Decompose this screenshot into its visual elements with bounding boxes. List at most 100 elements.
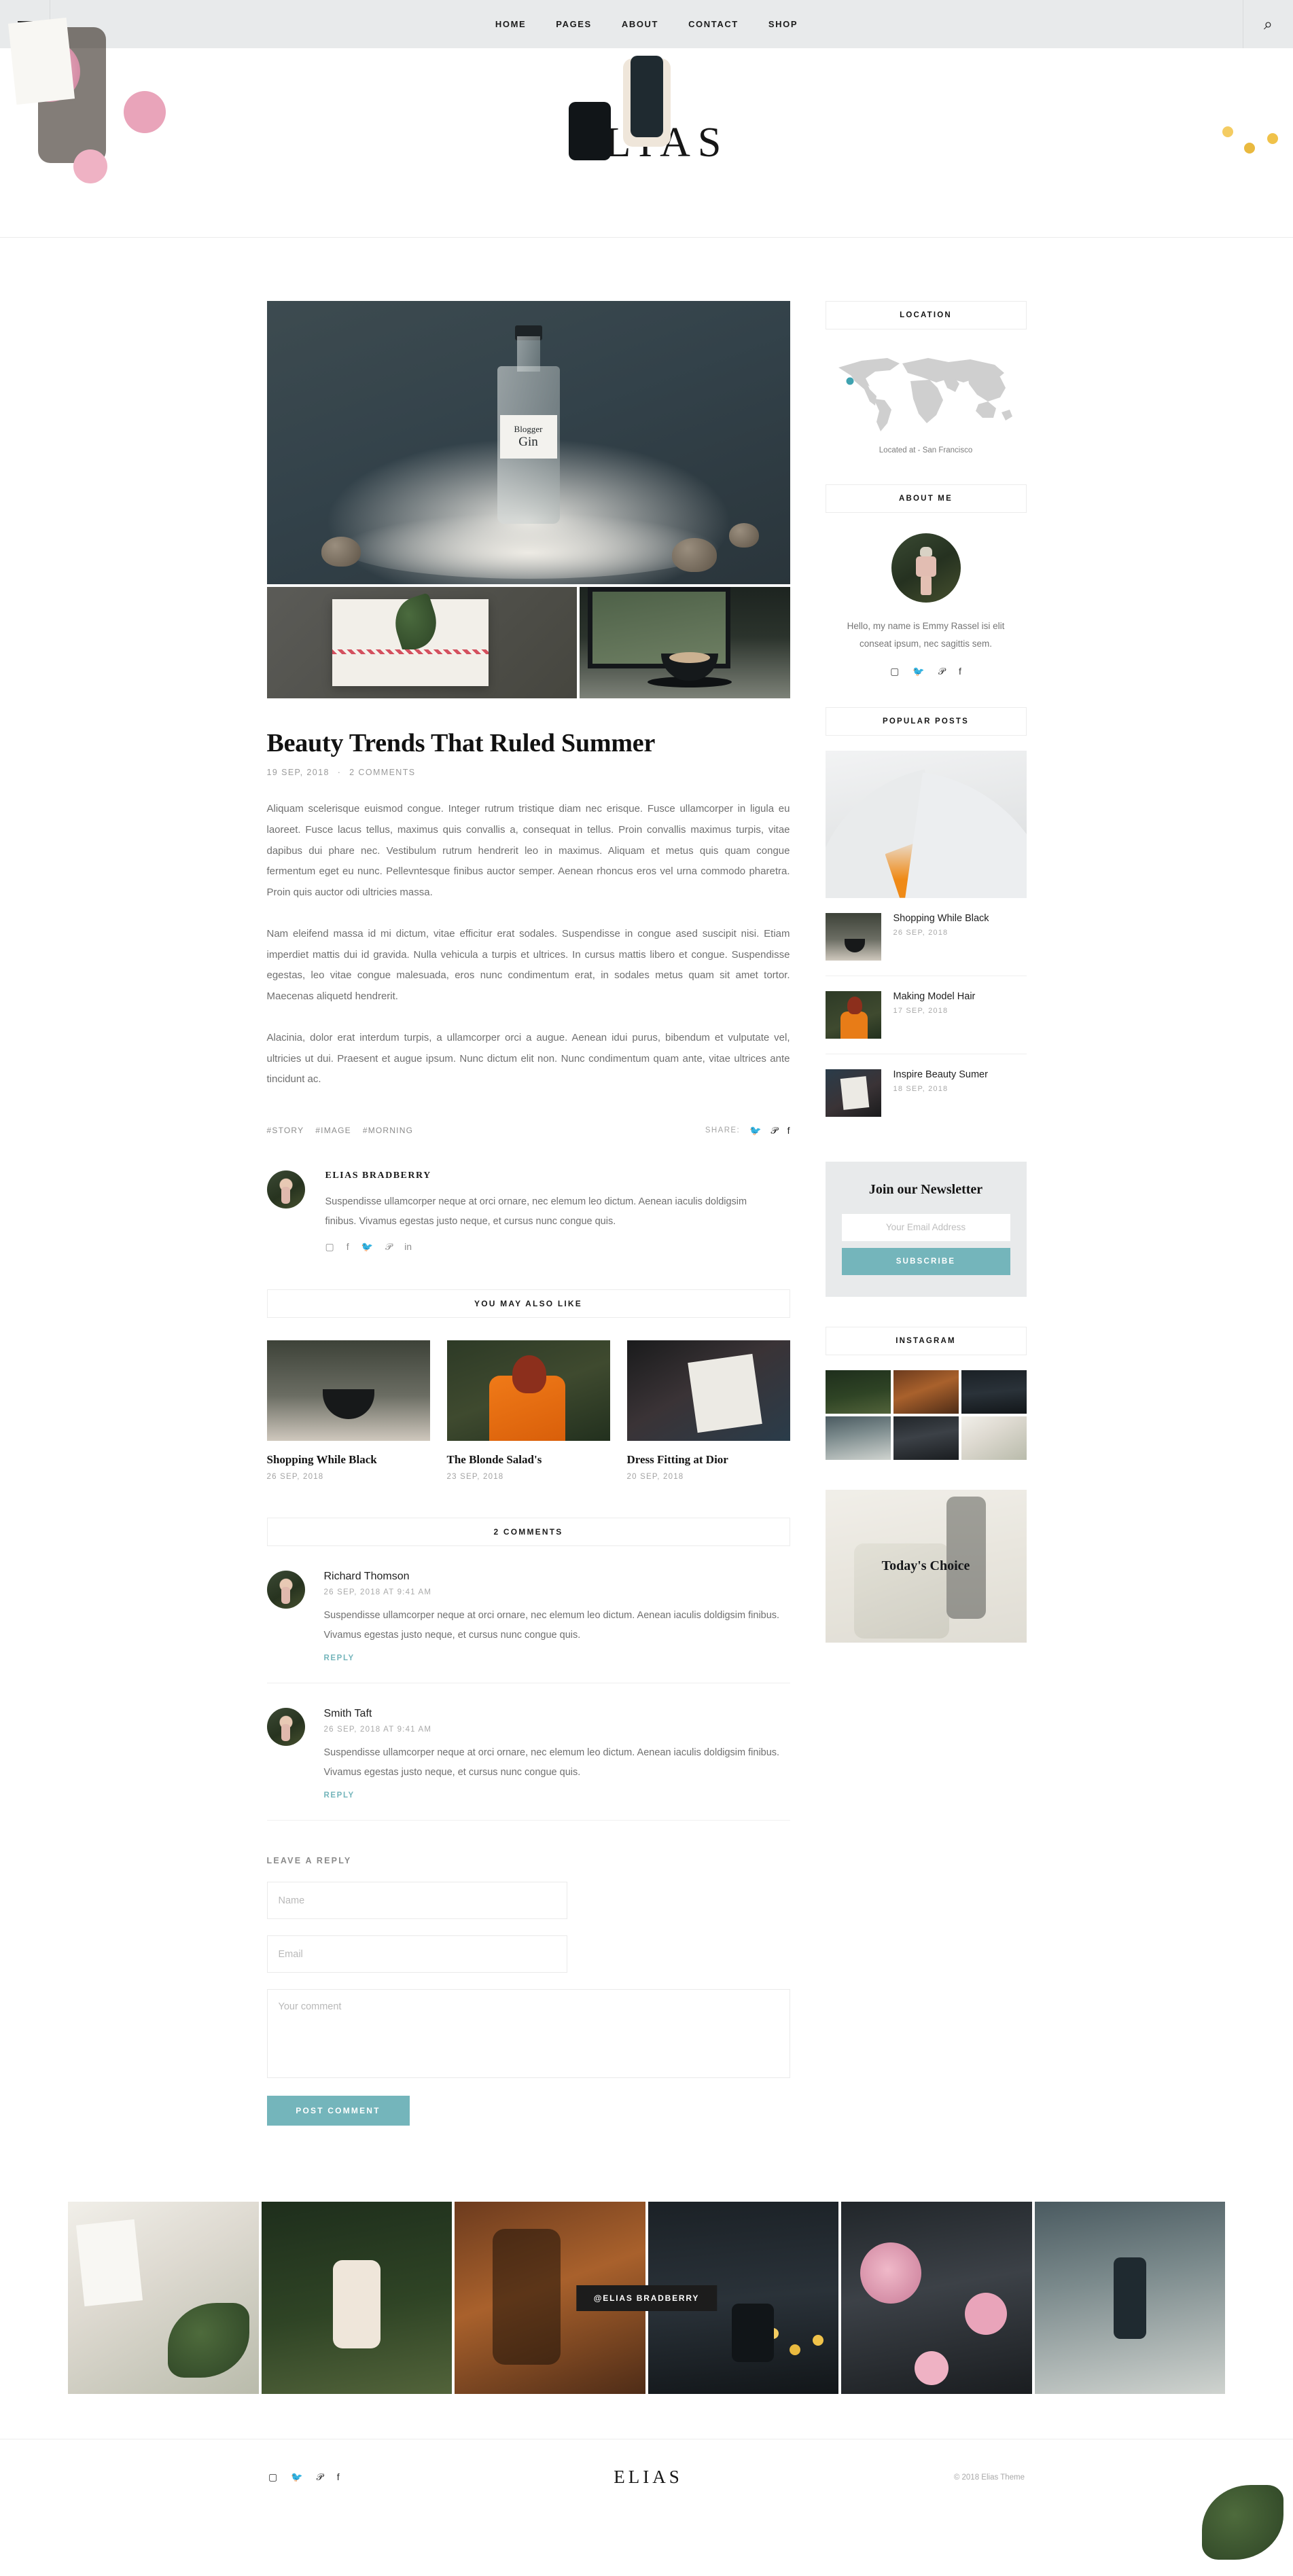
post-content: Blogger Gin Beauty Trends That Ruled Sum… <box>266 301 790 2126</box>
list-item[interactable]: Shopping While Black 26 SEP, 2018 <box>266 1340 430 1481</box>
twitter-icon[interactable]: 🐦 <box>361 1241 373 1253</box>
location-marker-icon <box>846 377 853 385</box>
newsletter-title: Join our Newsletter <box>868 1181 983 1197</box>
post-comment-count[interactable]: 2 COMMENTS <box>349 768 415 777</box>
top-navigation-bar: HOME PAGES ABOUT CONTACT SHOP ⌕ <box>0 0 1293 48</box>
facebook-icon[interactable]: f <box>959 666 961 677</box>
facebook-icon[interactable]: f <box>337 2471 340 2483</box>
instagram-strip-item[interactable] <box>1034 2202 1225 2394</box>
reply-link[interactable]: REPLY <box>324 1791 781 1800</box>
related-posts: Shopping While Black 26 SEP, 2018 The Bl… <box>266 1340 790 1481</box>
popular-title[interactable]: Making Model Hair <box>893 991 976 1002</box>
nav-item-contact[interactable]: CONTACT <box>688 19 739 29</box>
post-paragraph: Aliquam scelerisque euismod congue. Inte… <box>266 803 790 898</box>
author-bio: Suspendisse ullamcorper neque at orci or… <box>325 1196 747 1227</box>
author-name[interactable]: ELIAS BRADBERRY <box>325 1170 774 1181</box>
popular-date: 18 SEP, 2018 <box>893 1084 949 1093</box>
tag-story[interactable]: #STORY <box>267 1126 304 1135</box>
related-date: 20 SEP, 2018 <box>626 1473 684 1481</box>
instagram-strip-item[interactable] <box>261 2202 452 2394</box>
pinterest-icon[interactable]: 𝒫 <box>317 2471 323 2483</box>
comment-date: 26 SEP, 2018 AT 9:41 AM <box>323 1588 432 1596</box>
avatar <box>266 1571 305 1609</box>
list-item[interactable]: Making Model Hair 17 SEP, 2018 <box>825 976 1027 1054</box>
instagram-thumb[interactable] <box>825 1370 891 1414</box>
page-title: Beauty Trends That Ruled Summer <box>266 729 656 757</box>
todays-choice-widget[interactable]: Today's Choice <box>825 1489 1027 1643</box>
facebook-icon[interactable]: f <box>787 1126 790 1135</box>
instagram-thumb[interactable] <box>893 1416 959 1460</box>
about-widget-title: ABOUT ME <box>825 484 1027 513</box>
comment-item: Richard Thomson 26 SEP, 2018 AT 9:41 AM … <box>266 1546 790 1683</box>
instagram-icon[interactable]: ▢ <box>325 1241 334 1253</box>
main-nav: HOME PAGES ABOUT CONTACT SHOP <box>50 0 1243 48</box>
linkedin-icon[interactable]: in <box>404 1241 412 1253</box>
email-field[interactable]: Email <box>266 1935 567 1973</box>
post-paragraph: Alacinia, dolor erat interdum turpis, a … <box>266 1031 790 1086</box>
post-comment-button[interactable]: POST COMMENT <box>266 2096 410 2126</box>
pinterest-icon[interactable]: 𝒫 <box>771 1126 778 1135</box>
tag-morning[interactable]: #MORNING <box>363 1126 413 1135</box>
footer-logo[interactable]: ELIAS <box>610 2467 683 2488</box>
instagram-icon[interactable]: ▢ <box>890 666 899 677</box>
post-thumb-gift[interactable] <box>266 587 577 698</box>
search-button[interactable]: ⌕ <box>1243 0 1293 48</box>
instagram-strip-item[interactable] <box>68 2202 259 2394</box>
related-title[interactable]: Dress Fitting at Dior <box>627 1453 790 1467</box>
popular-title[interactable]: Inspire Beauty Sumer <box>893 1069 988 1080</box>
list-item[interactable]: Shopping While Black 26 SEP, 2018 <box>825 898 1027 976</box>
newsletter-email-input[interactable]: Your Email Address <box>841 1213 1010 1241</box>
nav-item-home[interactable]: HOME <box>495 19 526 29</box>
nav-item-about[interactable]: ABOUT <box>622 19 658 29</box>
instagram-thumb[interactable] <box>825 1416 891 1460</box>
instagram-thumb[interactable] <box>893 1370 959 1414</box>
twitter-icon[interactable]: 🐦 <box>291 2471 302 2483</box>
popular-thumb <box>825 990 881 1039</box>
popular-hero-image[interactable] <box>825 750 1027 898</box>
related-title[interactable]: Shopping While Black <box>267 1453 430 1467</box>
nav-item-pages[interactable]: PAGES <box>556 19 592 29</box>
tags-and-share-row: #STORY #IMAGE #MORNING SHARE: 🐦 𝒫 f <box>267 1120 790 1135</box>
post-hero-image[interactable]: Blogger Gin <box>266 301 790 584</box>
tag-image[interactable]: #IMAGE <box>315 1126 351 1135</box>
about-widget: ABOUT ME Hello, my name is Emmy Rassel i… <box>825 484 1027 677</box>
pinterest-icon[interactable]: 𝒫 <box>938 666 945 677</box>
about-avatar <box>891 533 961 603</box>
name-field[interactable]: Name <box>266 1882 567 1919</box>
copyright-text: © 2018 Elias Theme <box>953 2473 1025 2482</box>
search-icon: ⌕ <box>1264 15 1273 33</box>
comments-heading-label: 2 COMMENTS <box>493 1527 563 1537</box>
comment-textarea[interactable]: Your comment <box>266 1989 790 2078</box>
post-thumb-coffee[interactable] <box>579 587 790 698</box>
instagram-strip-item[interactable] <box>841 2202 1032 2394</box>
about-title-label: ABOUT ME <box>899 495 953 503</box>
subscribe-button[interactable]: SUBSCRIBE <box>841 1247 1010 1275</box>
popular-title[interactable]: Shopping While Black <box>893 913 989 924</box>
world-map-icon <box>838 358 1012 431</box>
list-item[interactable]: Dress Fitting at Dior 20 SEP, 2018 <box>626 1340 790 1481</box>
comment-placeholder: Your comment <box>278 2001 342 2012</box>
instagram-handle-badge[interactable]: @ELIAS BRADBERRY <box>575 2285 718 2311</box>
related-title[interactable]: The Blonde Salad's <box>447 1453 610 1467</box>
comment-text: Suspendisse ullamcorper neque at orci or… <box>323 1747 780 1778</box>
popular-posts-title: POPULAR POSTS <box>825 706 1027 736</box>
pinterest-icon[interactable]: 𝒫 <box>385 1241 392 1253</box>
post-thumb-row <box>266 587 790 698</box>
twitter-icon[interactable]: 🐦 <box>749 1126 761 1135</box>
twitter-icon[interactable]: 🐦 <box>913 666 924 677</box>
newsletter-widget: Join our Newsletter Your Email Address S… <box>825 1161 1027 1297</box>
bottle-label: Blogger Gin <box>499 415 557 459</box>
comment-author: Richard Thomson <box>323 1571 410 1582</box>
reply-link[interactable]: REPLY <box>324 1654 781 1662</box>
location-widget: LOCATION Located at - San Francisco <box>825 301 1027 454</box>
list-item[interactable]: Inspire Beauty Sumer 18 SEP, 2018 <box>825 1054 1027 1132</box>
facebook-icon[interactable]: f <box>347 1241 349 1253</box>
instagram-thumb[interactable] <box>961 1370 1027 1414</box>
instagram-thumb[interactable] <box>961 1416 1027 1460</box>
related-date: 26 SEP, 2018 <box>266 1473 324 1481</box>
nav-item-shop[interactable]: SHOP <box>768 19 798 29</box>
popular-thumb <box>825 1069 881 1117</box>
instagram-icon[interactable]: ▢ <box>268 2471 277 2483</box>
list-item[interactable]: The Blonde Salad's 23 SEP, 2018 <box>446 1340 610 1481</box>
about-social-links: ▢ 🐦 𝒫 f <box>826 666 1027 677</box>
